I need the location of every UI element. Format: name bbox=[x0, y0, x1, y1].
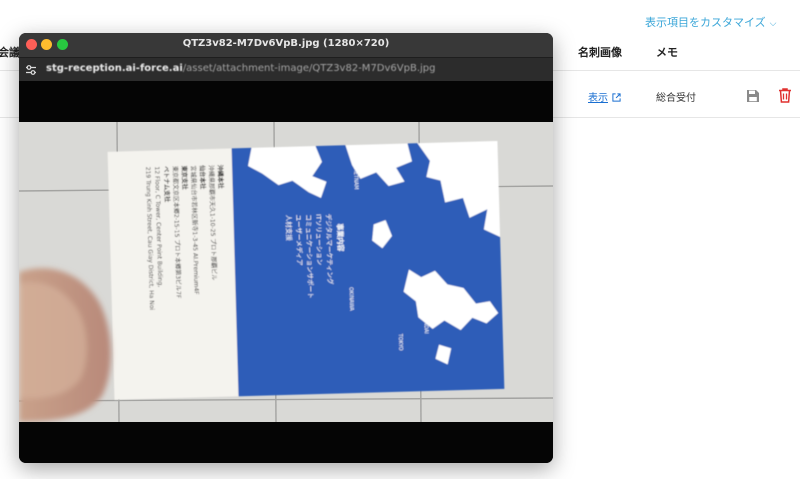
site-settings-icon[interactable] bbox=[25, 64, 37, 76]
address-line: 沖縄本社 bbox=[216, 165, 225, 189]
column-header-cut: 会議 bbox=[0, 46, 20, 59]
business-card: 事業内容 デジタルマーケティング ITソリューション コミュニケーションサポート… bbox=[107, 140, 505, 400]
save-icon[interactable] bbox=[745, 88, 761, 104]
business-heading: 事業内容 bbox=[336, 223, 346, 251]
map-label: OKINAWA bbox=[347, 287, 354, 311]
business-line: ITソリューション bbox=[314, 214, 323, 265]
column-header-card-image: 名刺画像 bbox=[578, 46, 622, 59]
window-titlebar[interactable]: QTZ3v82-M7Dv6VpB.jpg (1280×720) bbox=[19, 33, 553, 57]
business-card-photo: 事業内容 デジタルマーケティング ITソリューション コミュニケーションサポート… bbox=[19, 122, 553, 422]
map-label: SENDAI bbox=[422, 315, 429, 334]
address-line: 東京支社 bbox=[180, 166, 189, 190]
url-text[interactable]: stg-reception.ai-force.ai/asset/attachme… bbox=[46, 63, 435, 74]
url-bar[interactable]: stg-reception.ai-force.ai/asset/attachme… bbox=[19, 57, 553, 82]
window-title: QTZ3v82-M7Dv6VpB.jpg (1280×720) bbox=[182, 38, 390, 49]
image-viewport: 事業内容 デジタルマーケティング ITソリューション コミュニケーションサポート… bbox=[19, 81, 553, 463]
address-line: ベトナム支社 bbox=[162, 166, 171, 202]
external-link-icon bbox=[612, 93, 621, 102]
url-domain: stg-reception.ai-force.ai bbox=[46, 63, 183, 74]
business-line: 人材支援 bbox=[284, 215, 294, 242]
image-viewer-window[interactable]: QTZ3v82-M7Dv6VpB.jpg (1280×720) stg-rece… bbox=[19, 33, 553, 463]
trash-icon[interactable] bbox=[777, 87, 793, 104]
map-label: TOKYO bbox=[397, 333, 403, 351]
show-link-label: 表示 bbox=[588, 93, 608, 104]
memo-value: 総合受付 bbox=[656, 93, 696, 104]
show-card-image-link[interactable]: 表示 bbox=[588, 89, 621, 104]
column-header-memo: メモ bbox=[656, 46, 678, 59]
business-line: ユーザーメディア bbox=[294, 214, 304, 266]
customize-columns-button[interactable]: 表示項目をカスタマイズ ⌵ bbox=[645, 14, 777, 30]
address-line: 仙台本社 bbox=[198, 165, 207, 189]
url-path: /asset/attachment-image/QTZ3v82-M7Dv6VpB… bbox=[182, 63, 436, 74]
map-label: VIETNAM bbox=[352, 167, 359, 190]
customize-label: 表示項目をカスタマイズ bbox=[645, 16, 766, 29]
chevron-down-icon: ⌵ bbox=[769, 19, 777, 29]
